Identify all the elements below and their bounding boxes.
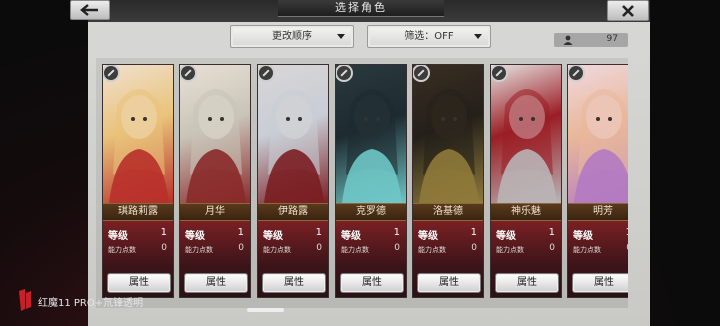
ability-points-value: 0 (394, 243, 400, 253)
ability-points-label: 能力点数 (263, 246, 291, 254)
ability-points-label: 能力点数 (108, 246, 136, 254)
character-name: 琪路莉露 (103, 203, 173, 221)
ability-points-value: 0 (471, 243, 477, 253)
attributes-button[interactable]: 属性 (417, 273, 481, 293)
character-portrait[interactable] (180, 65, 250, 203)
character-name: 月华 (180, 203, 250, 221)
filter-dropdown-label: 筛选：OFF (404, 31, 454, 42)
character-portrait[interactable] (491, 65, 561, 203)
level-label: 等级 (341, 231, 361, 242)
character-portrait[interactable] (103, 65, 173, 203)
roster-count-value: 97 (606, 34, 618, 44)
character-stats: 等级 1 能力点数 0 属性 (491, 221, 561, 297)
level-value: 1 (626, 227, 628, 238)
person-icon (563, 35, 573, 45)
attributes-button[interactable]: 属性 (262, 273, 326, 293)
character-card[interactable]: 琪路莉露 等级 1 能力点数 0 属性 (102, 64, 174, 298)
chevron-down-icon (474, 34, 482, 39)
filter-dropdown[interactable]: 筛选：OFF (367, 25, 491, 48)
ability-points-label: 能力点数 (573, 246, 601, 254)
character-silhouette (186, 89, 246, 203)
character-card[interactable]: 克罗德 等级 1 能力点数 0 属性 (335, 64, 407, 298)
character-stats: 等级 1 能力点数 0 属性 (413, 221, 483, 297)
character-silhouette (109, 89, 169, 203)
level-label: 等级 (573, 231, 593, 242)
character-silhouette (264, 89, 324, 203)
device-brand-text: 红魔11 PRO+氘锋透明 (38, 298, 144, 309)
character-name: 克罗德 (336, 203, 406, 221)
ability-points-value: 0 (161, 243, 167, 253)
ability-points-value: 0 (626, 243, 628, 253)
level-label: 等级 (496, 231, 516, 242)
character-stats: 等级 1 能力点数 0 属性 (180, 221, 250, 297)
character-portrait[interactable] (568, 65, 628, 203)
ability-points-label: 能力点数 (496, 246, 524, 254)
level-value: 1 (548, 227, 555, 238)
character-silhouette (574, 89, 628, 203)
close-icon (622, 4, 634, 17)
level-value: 1 (470, 227, 477, 238)
character-name: 明芳 (568, 203, 628, 221)
character-silhouette (342, 89, 402, 203)
character-silhouette (497, 89, 557, 203)
level-value: 1 (315, 227, 322, 238)
ability-points-value: 0 (549, 243, 555, 253)
level-value: 1 (160, 227, 167, 238)
ability-points-label: 能力点数 (341, 246, 369, 254)
character-portrait[interactable] (413, 65, 483, 203)
level-value: 1 (237, 227, 244, 238)
level-label: 等级 (418, 231, 438, 242)
character-list: 琪路莉露 等级 1 能力点数 0 属性 月华 等级 1 能力点数 0 属性 伊路… (100, 60, 628, 300)
character-card[interactable]: 神乐魅 等级 1 能力点数 0 属性 (490, 64, 562, 298)
attributes-button[interactable]: 属性 (572, 273, 628, 293)
ability-points-label: 能力点数 (185, 246, 213, 254)
ability-points-value: 0 (238, 243, 244, 253)
character-card[interactable]: 明芳 等级 1 能力点数 0 属性 (567, 64, 628, 298)
roster-count: 97 (554, 33, 628, 47)
sort-dropdown[interactable]: 更改顺序 (230, 25, 354, 48)
character-stats: 等级 1 能力点数 0 属性 (336, 221, 406, 297)
character-name: 伊路露 (258, 203, 328, 221)
ability-points-value: 0 (316, 243, 322, 253)
character-name: 洛基德 (413, 203, 483, 221)
character-portrait[interactable] (336, 65, 406, 203)
attributes-button[interactable]: 属性 (340, 273, 404, 293)
level-label: 等级 (185, 231, 205, 242)
chevron-down-icon (337, 34, 345, 39)
attributes-button[interactable]: 属性 (495, 273, 559, 293)
close-button[interactable] (607, 0, 649, 21)
level-label: 等级 (108, 231, 128, 242)
attributes-button[interactable]: 属性 (107, 273, 171, 293)
brand-logo-icon (19, 289, 31, 311)
character-card[interactable]: 月华 等级 1 能力点数 0 属性 (179, 64, 251, 298)
back-button[interactable] (70, 0, 110, 20)
character-stats: 等级 1 能力点数 0 属性 (103, 221, 173, 297)
attributes-button[interactable]: 属性 (184, 273, 248, 293)
character-name: 神乐魅 (491, 203, 561, 221)
back-arrow-icon (80, 4, 98, 16)
character-stats: 等级 1 能力点数 0 属性 (258, 221, 328, 297)
level-label: 等级 (263, 231, 283, 242)
character-card[interactable]: 伊路露 等级 1 能力点数 0 属性 (257, 64, 329, 298)
page-title: 选择角色 (278, 0, 444, 17)
sort-dropdown-label: 更改顺序 (272, 31, 312, 42)
level-value: 1 (393, 227, 400, 238)
ability-points-label: 能力点数 (418, 246, 446, 254)
scroll-indicator[interactable] (247, 308, 284, 312)
character-stats: 等级 1 能力点数 0 属性 (568, 221, 628, 297)
character-silhouette (419, 89, 479, 203)
character-card[interactable]: 洛基德 等级 1 能力点数 0 属性 (412, 64, 484, 298)
character-portrait[interactable] (258, 65, 328, 203)
